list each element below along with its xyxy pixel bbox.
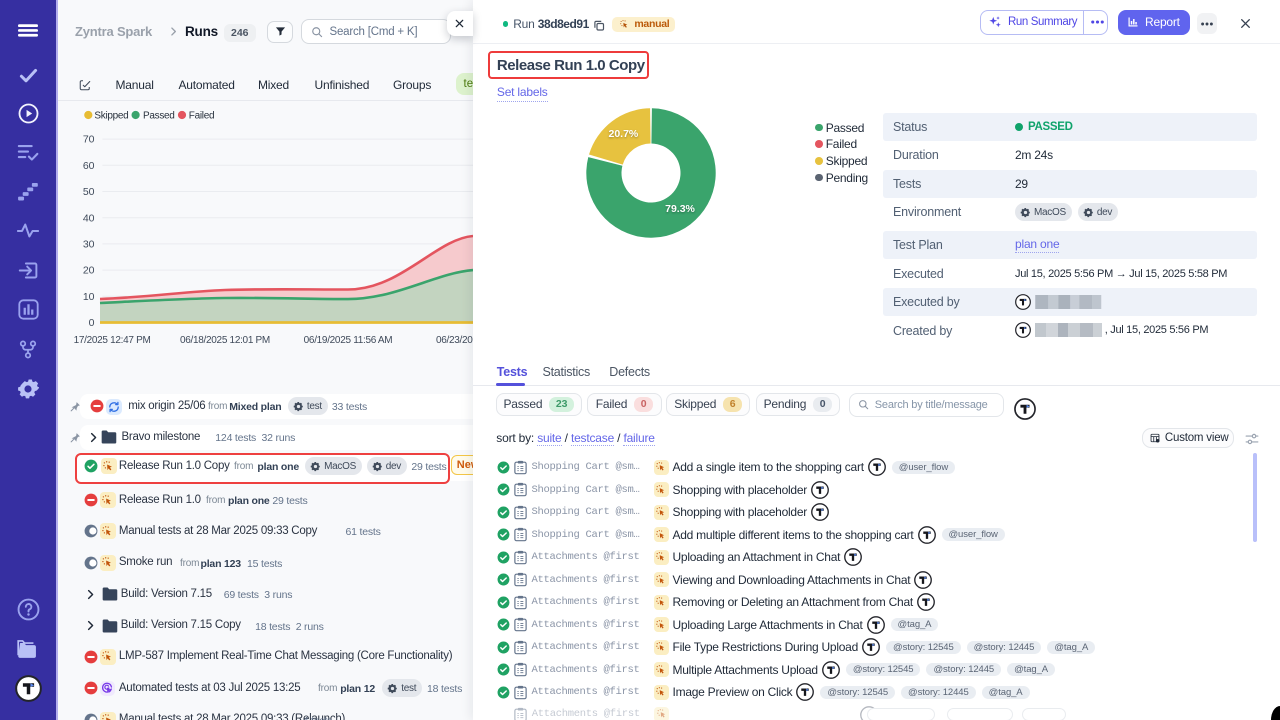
svg-text:79.3%: 79.3% xyxy=(665,203,695,215)
svg-text:50: 50 xyxy=(83,186,95,198)
svg-text:Passed: Passed xyxy=(143,111,175,122)
svg-text:40: 40 xyxy=(83,212,95,224)
svg-text:06/19/2025 11:56 AM: 06/19/2025 11:56 AM xyxy=(304,335,393,346)
svg-text:Skipped: Skipped xyxy=(94,111,128,122)
svg-text:70: 70 xyxy=(83,134,95,146)
svg-text:06/23/202: 06/23/202 xyxy=(436,335,473,346)
svg-text:17/2025 12:47 PM: 17/2025 12:47 PM xyxy=(74,335,151,346)
svg-text:Failed: Failed xyxy=(189,111,214,122)
svg-text:30: 30 xyxy=(83,239,95,251)
svg-text:60: 60 xyxy=(83,160,95,172)
svg-text:0: 0 xyxy=(89,317,95,329)
svg-text:06/18/2025 12:01 PM: 06/18/2025 12:01 PM xyxy=(180,335,270,346)
svg-text:20: 20 xyxy=(83,265,95,277)
svg-text:10: 10 xyxy=(83,291,95,303)
svg-text:20.7%: 20.7% xyxy=(608,128,638,140)
